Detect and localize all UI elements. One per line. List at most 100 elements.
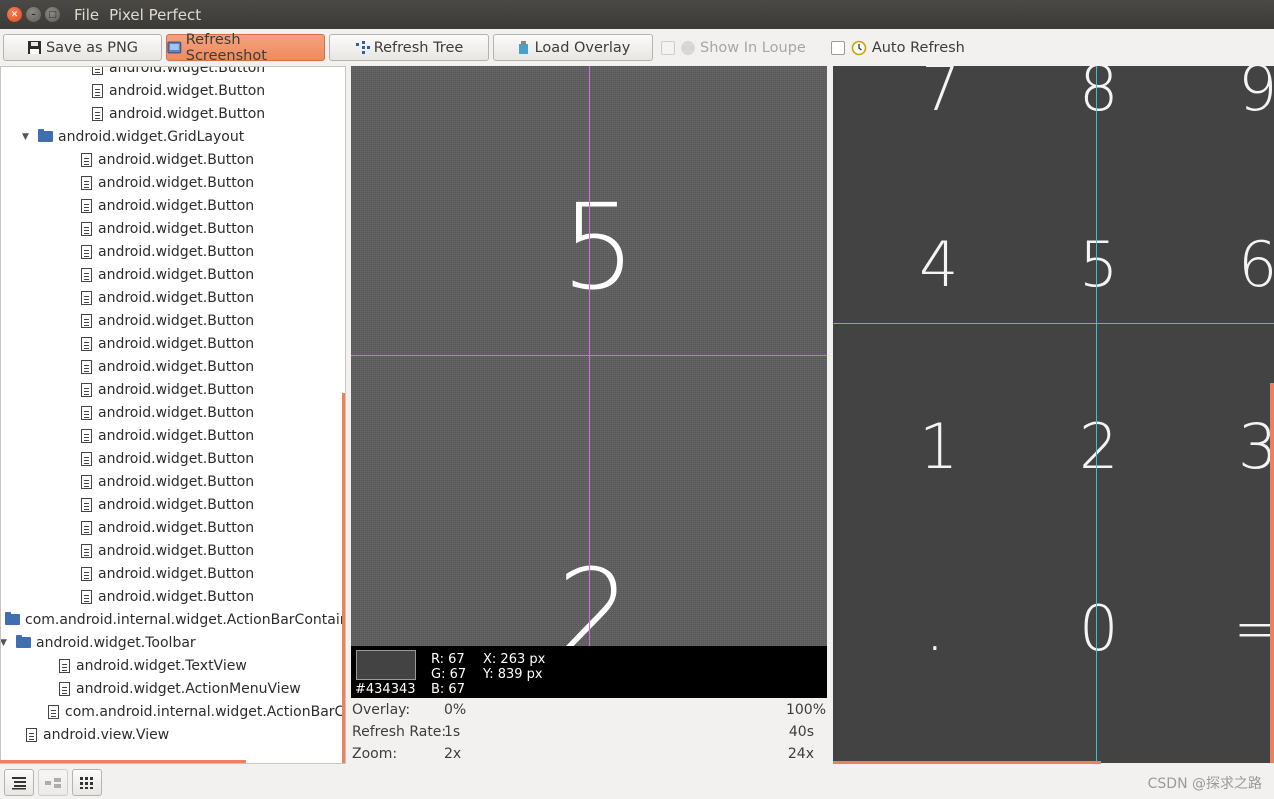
calc-digit: 0 bbox=[1079, 592, 1119, 665]
menu-file[interactable]: File bbox=[74, 6, 99, 24]
show-in-loupe-checkbox[interactable] bbox=[661, 40, 675, 55]
file-icon bbox=[81, 290, 92, 305]
tree-node[interactable]: android.widget.Button bbox=[81, 562, 254, 585]
tree-node[interactable]: android.widget.Button bbox=[81, 539, 254, 562]
tree-node-label: android.widget.GridLayout bbox=[58, 128, 245, 145]
tree-node[interactable]: android.widget.Button bbox=[81, 585, 254, 608]
loupe-view[interactable]: 5 2 bbox=[351, 66, 827, 646]
file-icon bbox=[81, 543, 92, 558]
grid-view-button[interactable] bbox=[72, 769, 102, 796]
tree-node-label: android.widget.Button bbox=[98, 450, 255, 467]
tree-node[interactable]: android.widget.Button bbox=[81, 470, 254, 493]
tree-node[interactable]: android.widget.Button bbox=[81, 447, 254, 470]
preview-horizontal-scrollbar[interactable] bbox=[833, 761, 1101, 764]
red-value: R: 67 bbox=[431, 652, 465, 667]
screenshot-preview[interactable]: 7 8 9 4 5 6 1 2 3 . 0 = bbox=[833, 66, 1274, 763]
file-icon bbox=[92, 83, 103, 98]
save-as-png-button[interactable]: Save as PNG bbox=[3, 34, 162, 61]
expand-arrow-icon[interactable]: ▼ bbox=[0, 615, 1, 625]
minimize-window-icon[interactable]: – bbox=[26, 7, 41, 22]
tree-node[interactable]: android.widget.Button bbox=[81, 424, 254, 447]
tree-node[interactable]: android.widget.Button bbox=[81, 286, 254, 309]
tree-node[interactable]: android.widget.Button bbox=[81, 240, 254, 263]
tree-node[interactable]: android.widget.Button bbox=[81, 217, 254, 240]
calc-digit: = bbox=[1233, 592, 1274, 665]
tree-node[interactable]: android.widget.Button bbox=[81, 332, 254, 355]
preview-crosshair-vertical bbox=[1096, 66, 1097, 763]
tree-node-label: android.widget.Button bbox=[98, 519, 255, 536]
tree-node[interactable]: android.widget.Button bbox=[81, 378, 254, 401]
file-icon bbox=[81, 589, 92, 604]
tree-node[interactable]: android.widget.TextView bbox=[59, 654, 247, 677]
refresh-tree-button[interactable]: Refresh Tree bbox=[329, 34, 489, 61]
file-icon bbox=[48, 704, 59, 719]
tree-vertical-scrollbar[interactable] bbox=[342, 393, 345, 763]
tree-view-button[interactable] bbox=[4, 769, 34, 796]
load-overlay-label: Load Overlay bbox=[534, 39, 631, 56]
zoom-slider[interactable]: Zoom: 2x 24x bbox=[352, 743, 826, 765]
refresh-rate-max: 40s bbox=[788, 724, 814, 740]
tree-horizontal-scrollbar[interactable] bbox=[0, 760, 246, 763]
tree-node-label: android.widget.Button bbox=[98, 427, 255, 444]
loupe-digit: 5 bbox=[561, 178, 637, 316]
tree-node-folder[interactable]: ▼ com.android.internal.widget.ActionBarCo… bbox=[0, 608, 345, 631]
tree-node[interactable]: android.widget.Button bbox=[81, 171, 254, 194]
expand-arrow-icon[interactable]: ▼ bbox=[1, 638, 12, 648]
tree-node[interactable]: android.widget.Button bbox=[81, 516, 254, 539]
tree-node-label: android.widget.Button bbox=[98, 404, 255, 421]
clock-icon bbox=[851, 40, 867, 55]
refresh-rate-slider[interactable]: Refresh Rate: 1s 40s bbox=[352, 721, 826, 743]
y-coordinate: Y: 839 px bbox=[483, 667, 543, 682]
preview-vertical-scrollbar[interactable] bbox=[1270, 383, 1274, 763]
calc-digit: 2 bbox=[1079, 410, 1119, 483]
split-view-button[interactable] bbox=[38, 769, 68, 796]
tree-node[interactable]: android.widget.ActionMenuView bbox=[59, 677, 301, 700]
menu-pixel-perfect[interactable]: Pixel Perfect bbox=[109, 6, 201, 24]
tree-node-label: android.widget.Button bbox=[98, 358, 255, 375]
screenshot-icon bbox=[167, 41, 182, 54]
x-coordinate: X: 263 px bbox=[483, 652, 546, 667]
calc-digit: 4 bbox=[919, 228, 959, 301]
tree-node[interactable]: com.android.internal.widget.ActionBarCon… bbox=[48, 700, 345, 723]
close-window-icon[interactable]: ✕ bbox=[7, 7, 22, 22]
tree-node[interactable]: android.widget.Button bbox=[92, 79, 265, 102]
loupe-crosshair-vertical bbox=[589, 66, 590, 646]
tree-node-label: android.widget.Button bbox=[98, 335, 255, 352]
auto-refresh-checkbox[interactable] bbox=[830, 40, 845, 55]
refresh-screenshot-label: Refresh Screenshot bbox=[185, 31, 267, 64]
tree-node[interactable]: android.widget.Button bbox=[81, 263, 254, 286]
tree-node-folder[interactable]: ▼ android.widget.Toolbar bbox=[1, 631, 196, 654]
tree-node[interactable]: android.view.View bbox=[26, 723, 169, 746]
view-hierarchy-tree[interactable]: android.widget.Button android.widget.Butt… bbox=[0, 66, 346, 764]
file-icon bbox=[81, 175, 92, 190]
loupe-digit: 2 bbox=[557, 543, 633, 646]
refresh-rate-label: Refresh Rate: bbox=[352, 724, 447, 740]
tree-node[interactable]: android.widget.Button bbox=[92, 102, 265, 125]
auto-refresh-toggle[interactable]: Auto Refresh bbox=[830, 40, 965, 56]
tree-node[interactable]: android.widget.Button bbox=[81, 148, 254, 171]
load-overlay-button[interactable]: Load Overlay bbox=[493, 34, 653, 61]
list-icon bbox=[12, 776, 26, 789]
maximize-window-icon[interactable]: □ bbox=[45, 7, 60, 22]
tree-node[interactable]: android.widget.Button bbox=[92, 66, 266, 79]
tree-node[interactable]: android.widget.Button bbox=[81, 355, 254, 378]
overlay-slider[interactable]: Overlay: 0% 100% bbox=[352, 699, 826, 721]
tree-node-label: android.widget.Button bbox=[98, 243, 255, 260]
tree-node[interactable]: android.widget.Button bbox=[81, 194, 254, 217]
tree-node[interactable]: android.widget.Button bbox=[81, 493, 254, 516]
calc-digit: 1 bbox=[919, 410, 959, 483]
refresh-screenshot-button[interactable]: Refresh Screenshot bbox=[166, 31, 325, 64]
file-icon bbox=[81, 267, 92, 282]
tree-node[interactable]: android.widget.Button bbox=[81, 309, 254, 332]
expand-arrow-icon[interactable]: ▼ bbox=[22, 132, 34, 142]
file-icon bbox=[81, 152, 92, 167]
toolbar: Save as PNG Refresh Screenshot Refresh T… bbox=[0, 29, 1274, 66]
tree-node-folder[interactable]: ▼ android.widget.GridLayout bbox=[22, 125, 244, 148]
file-icon bbox=[81, 566, 92, 581]
watermark: CSDN @探求之路 bbox=[1147, 776, 1262, 792]
tree-node[interactable]: android.widget.Button bbox=[81, 401, 254, 424]
calc-digit: 8 bbox=[1079, 66, 1119, 125]
tree-node-label: android.widget.Button bbox=[109, 66, 266, 76]
pixel-info-bar: #434343 R: 67 G: 67 B: 67 X: 263 px Y: 8… bbox=[351, 646, 827, 698]
show-in-loupe-toggle[interactable]: Show In Loupe bbox=[661, 40, 806, 56]
